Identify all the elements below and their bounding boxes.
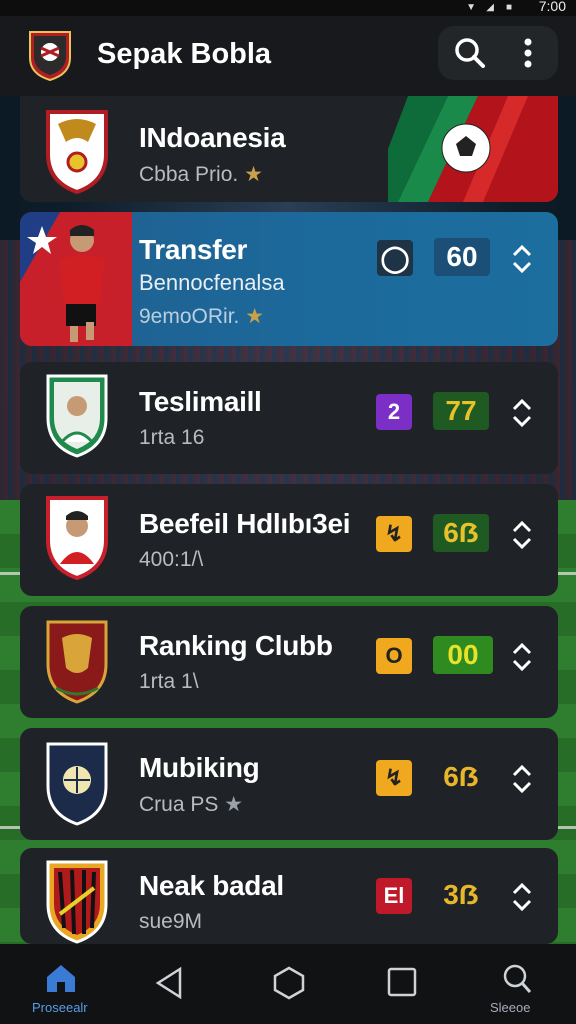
- list-item[interactable]: Neak badal sue9M El 3ẞ: [20, 848, 558, 944]
- chevron-up-down-icon[interactable]: [508, 516, 536, 554]
- search-icon[interactable]: [450, 33, 490, 73]
- back-triangle-icon: [155, 966, 182, 1000]
- status-badge: ↯: [376, 760, 412, 796]
- chevron-up-down-icon[interactable]: [508, 760, 536, 798]
- item-title: Mubiking: [139, 752, 260, 783]
- app-title: Sepak Bobla: [97, 38, 272, 70]
- score-value: 77: [433, 392, 489, 430]
- chevron-up-down-icon[interactable]: [508, 638, 536, 676]
- status-badge: El: [376, 878, 412, 914]
- wifi-icon: ▼: [466, 2, 476, 13]
- club-crest-icon: [46, 860, 108, 944]
- star-icon: ★: [245, 305, 265, 328]
- list-item[interactable]: Mubiking Crua PS ★ ↯ 6ẞ: [20, 728, 558, 840]
- item-subtitle: Cbba Prio. ★: [139, 163, 263, 186]
- status-bar: ▼ ◢ ■ 7:00: [0, 0, 576, 16]
- score-value: 6ẞ: [433, 514, 489, 552]
- item-subtitle: 400:1/\: [139, 548, 204, 571]
- score-value: 3ẞ: [443, 879, 479, 910]
- club-logo-icon[interactable]: [26, 28, 74, 82]
- item-subtitle: 1rta 16: [139, 426, 205, 449]
- status-badge: O: [376, 638, 412, 674]
- star-icon: ★: [224, 793, 244, 816]
- item-title: Ranking Clubb: [139, 630, 333, 661]
- item-subtitle: Crua PS ★: [139, 793, 244, 816]
- bottom-navigation: Proseealr Sleeoe: [0, 944, 576, 1024]
- search-icon: [503, 964, 532, 993]
- item-title: Beefeil Hdlıbı3ei: [139, 508, 351, 539]
- banner-graphic: [388, 96, 558, 202]
- battery-icon: ■: [505, 2, 512, 13]
- club-crest-icon: [46, 620, 108, 704]
- list-item[interactable]: Ranking Clubb 1rta 1\ O 00: [20, 606, 558, 718]
- item-subtitle: sue9M: [139, 910, 203, 933]
- item-subtitle: Bennocfenalsa: [139, 270, 285, 295]
- item-title: INdoanesia: [139, 122, 286, 153]
- player-photo: [20, 212, 132, 346]
- nav-label: Proseealr: [32, 1000, 88, 1015]
- status-badge: ↯: [376, 516, 412, 552]
- nav-back[interactable]: [120, 944, 220, 1024]
- list-item-selected[interactable]: Transfer Bennocfenalsa 9emoORir. ★ ◯ 60: [20, 212, 558, 346]
- item-meta: 9emoORir. ★: [139, 305, 265, 328]
- score-value: 6ẞ: [443, 761, 479, 792]
- score-value: 00: [433, 636, 493, 674]
- status-badge: ◯: [377, 240, 413, 276]
- score-value: 60: [434, 238, 490, 276]
- club-crest-icon: [46, 742, 108, 826]
- more-vert-icon[interactable]: [508, 33, 548, 73]
- chevron-up-down-icon[interactable]: [508, 394, 536, 432]
- chevron-up-down-icon[interactable]: [508, 878, 536, 916]
- nav-home-circle[interactable]: [238, 944, 338, 1024]
- nav-search[interactable]: Sleeoe: [466, 944, 566, 1024]
- nav-label: Sleeoe: [490, 1000, 531, 1015]
- app-bar: Sepak Bobla: [0, 16, 576, 96]
- signal-icon: ◢: [486, 2, 494, 13]
- star-icon: ★: [244, 163, 263, 186]
- item-subtitle: 1rta 1\: [139, 670, 199, 693]
- appbar-actions: [438, 26, 558, 80]
- nav-recents[interactable]: [352, 944, 452, 1024]
- status-badge: 2: [376, 394, 412, 430]
- item-title: Transfer: [139, 234, 248, 265]
- list-item[interactable]: Teslimaill 1rta 16 2 77: [20, 362, 558, 474]
- club-crest-icon: [46, 374, 108, 458]
- recents-square-icon: [387, 967, 417, 997]
- status-time: 7:00: [538, 0, 566, 14]
- home-circle-icon: [273, 966, 305, 1000]
- club-crest-icon: [46, 110, 108, 195]
- item-title: Neak badal: [139, 870, 284, 901]
- nav-home[interactable]: Proseealr: [10, 944, 110, 1024]
- list-item[interactable]: Beefeil Hdlıbı3ei 400:1/\ ↯ 6ẞ: [20, 484, 558, 596]
- chevron-up-down-icon[interactable]: [508, 240, 536, 278]
- list-item[interactable]: INdoanesia Cbba Prio. ★: [20, 96, 558, 202]
- item-title: Teslimaill: [139, 386, 262, 417]
- home-icon: [47, 965, 75, 992]
- club-crest-icon: [46, 496, 108, 581]
